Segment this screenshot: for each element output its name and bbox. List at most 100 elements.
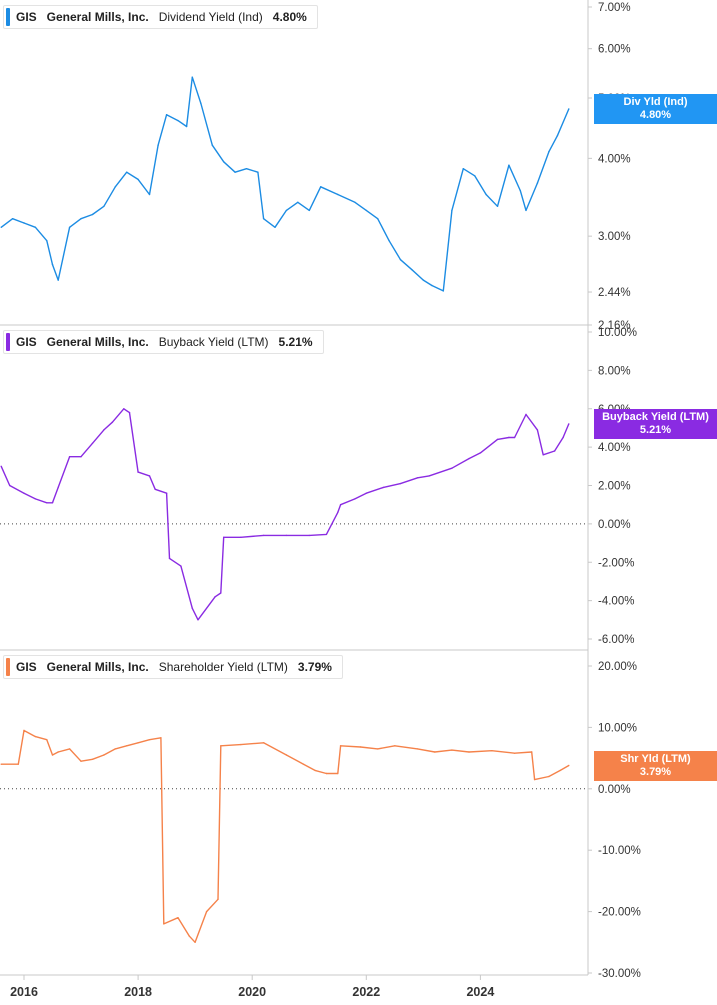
data-point — [197, 619, 199, 621]
flag-label: Buyback Yield (LTM) — [602, 411, 709, 423]
data-point — [240, 743, 242, 746]
data-point — [262, 218, 265, 220]
data-point — [188, 935, 191, 937]
data-point — [468, 457, 470, 460]
y-tick-label: -20.00% — [598, 907, 641, 919]
data-point — [0, 226, 2, 228]
legend-shareholder-yield[interactable]: GIS General Mills, Inc. Shareholder Yiel… — [3, 655, 343, 679]
data-point — [23, 222, 25, 224]
data-point — [479, 452, 482, 454]
data-point — [148, 193, 151, 196]
data-point — [23, 492, 25, 494]
data-point — [308, 534, 310, 537]
legend-ticker: GIS — [16, 335, 37, 349]
data-point — [57, 279, 59, 281]
data-point — [165, 492, 168, 494]
data-point — [416, 748, 419, 750]
legend-dividend-yield[interactable]: GIS General Mills, Inc. Dividend Yield (… — [3, 5, 318, 29]
data-point — [339, 504, 342, 506]
data-point — [51, 263, 54, 266]
legend-value: 4.80% — [272, 10, 307, 24]
data-point — [91, 442, 94, 444]
legend-metric: Buyback Yield (LTM) — [158, 335, 269, 349]
data-point — [399, 482, 402, 485]
data-point — [80, 456, 82, 458]
flag-value: 3.79% — [639, 766, 672, 778]
data-point — [217, 898, 219, 900]
data-point — [568, 108, 570, 110]
data-point — [137, 471, 139, 473]
data-point — [111, 421, 114, 423]
data-point — [214, 596, 216, 598]
data-point — [114, 748, 117, 750]
data-point — [508, 164, 510, 166]
legend-ticker: GIS — [16, 660, 37, 674]
data-point — [220, 745, 222, 747]
flag-buyback-yield: Buyback Yield (LTM) 5.21% — [594, 409, 717, 439]
data-point — [46, 739, 48, 741]
x-tick-label: 2024 — [466, 985, 494, 999]
y-tick-label: 7.00% — [598, 2, 631, 14]
y-tick-label: 6.00% — [598, 44, 631, 56]
data-point — [297, 201, 299, 203]
data-point — [103, 754, 105, 756]
legend-ticker: GIS — [16, 10, 37, 24]
data-point — [51, 502, 54, 504]
data-point — [103, 205, 105, 207]
data-point — [559, 769, 561, 772]
legend-swatch — [6, 658, 10, 676]
data-point — [34, 735, 37, 738]
data-point — [223, 536, 225, 538]
data-point — [46, 240, 48, 242]
data-point — [468, 751, 470, 753]
data-point — [200, 102, 202, 105]
series-line — [0, 76, 570, 292]
data-point — [568, 423, 570, 425]
data-point — [91, 213, 94, 216]
data-point — [234, 171, 236, 173]
data-point — [428, 475, 430, 477]
data-point — [68, 456, 71, 458]
data-point — [46, 502, 48, 504]
data-point — [431, 284, 433, 287]
series-line — [1, 729, 570, 943]
data-point — [103, 429, 105, 431]
series-line — [0, 408, 570, 621]
legend-swatch — [6, 333, 10, 351]
flag-label: Shr Yld (LTM) — [620, 753, 691, 765]
data-point — [474, 175, 476, 177]
data-point — [491, 750, 493, 752]
data-point — [533, 778, 536, 781]
data-point — [285, 534, 288, 537]
data-point — [337, 193, 339, 196]
data-point — [128, 411, 131, 414]
data-point — [11, 218, 14, 220]
data-point — [525, 209, 527, 212]
data-point — [434, 751, 436, 753]
data-point — [57, 486, 59, 489]
data-point — [137, 178, 139, 181]
data-point — [148, 739, 151, 741]
data-point — [536, 429, 539, 431]
data-point — [411, 269, 413, 271]
data-point — [354, 201, 356, 203]
data-point — [568, 764, 570, 767]
legend-company: General Mills, Inc. — [46, 10, 149, 24]
data-point — [548, 151, 550, 153]
data-point — [191, 607, 193, 609]
data-point — [148, 475, 151, 477]
data-point — [302, 763, 305, 765]
data-point — [359, 746, 362, 748]
y-tick-label: 10.00% — [598, 722, 637, 734]
data-point — [525, 413, 527, 416]
data-point — [320, 186, 322, 188]
data-point — [57, 751, 59, 753]
data-point — [354, 498, 356, 500]
y-tick-label: 3.00% — [598, 231, 631, 243]
data-point — [365, 492, 367, 494]
data-point — [123, 408, 125, 410]
data-point — [257, 171, 259, 173]
data-point — [451, 467, 453, 469]
legend-buyback-yield[interactable]: GIS General Mills, Inc. Buyback Yield (L… — [3, 330, 324, 354]
data-point — [451, 209, 453, 212]
